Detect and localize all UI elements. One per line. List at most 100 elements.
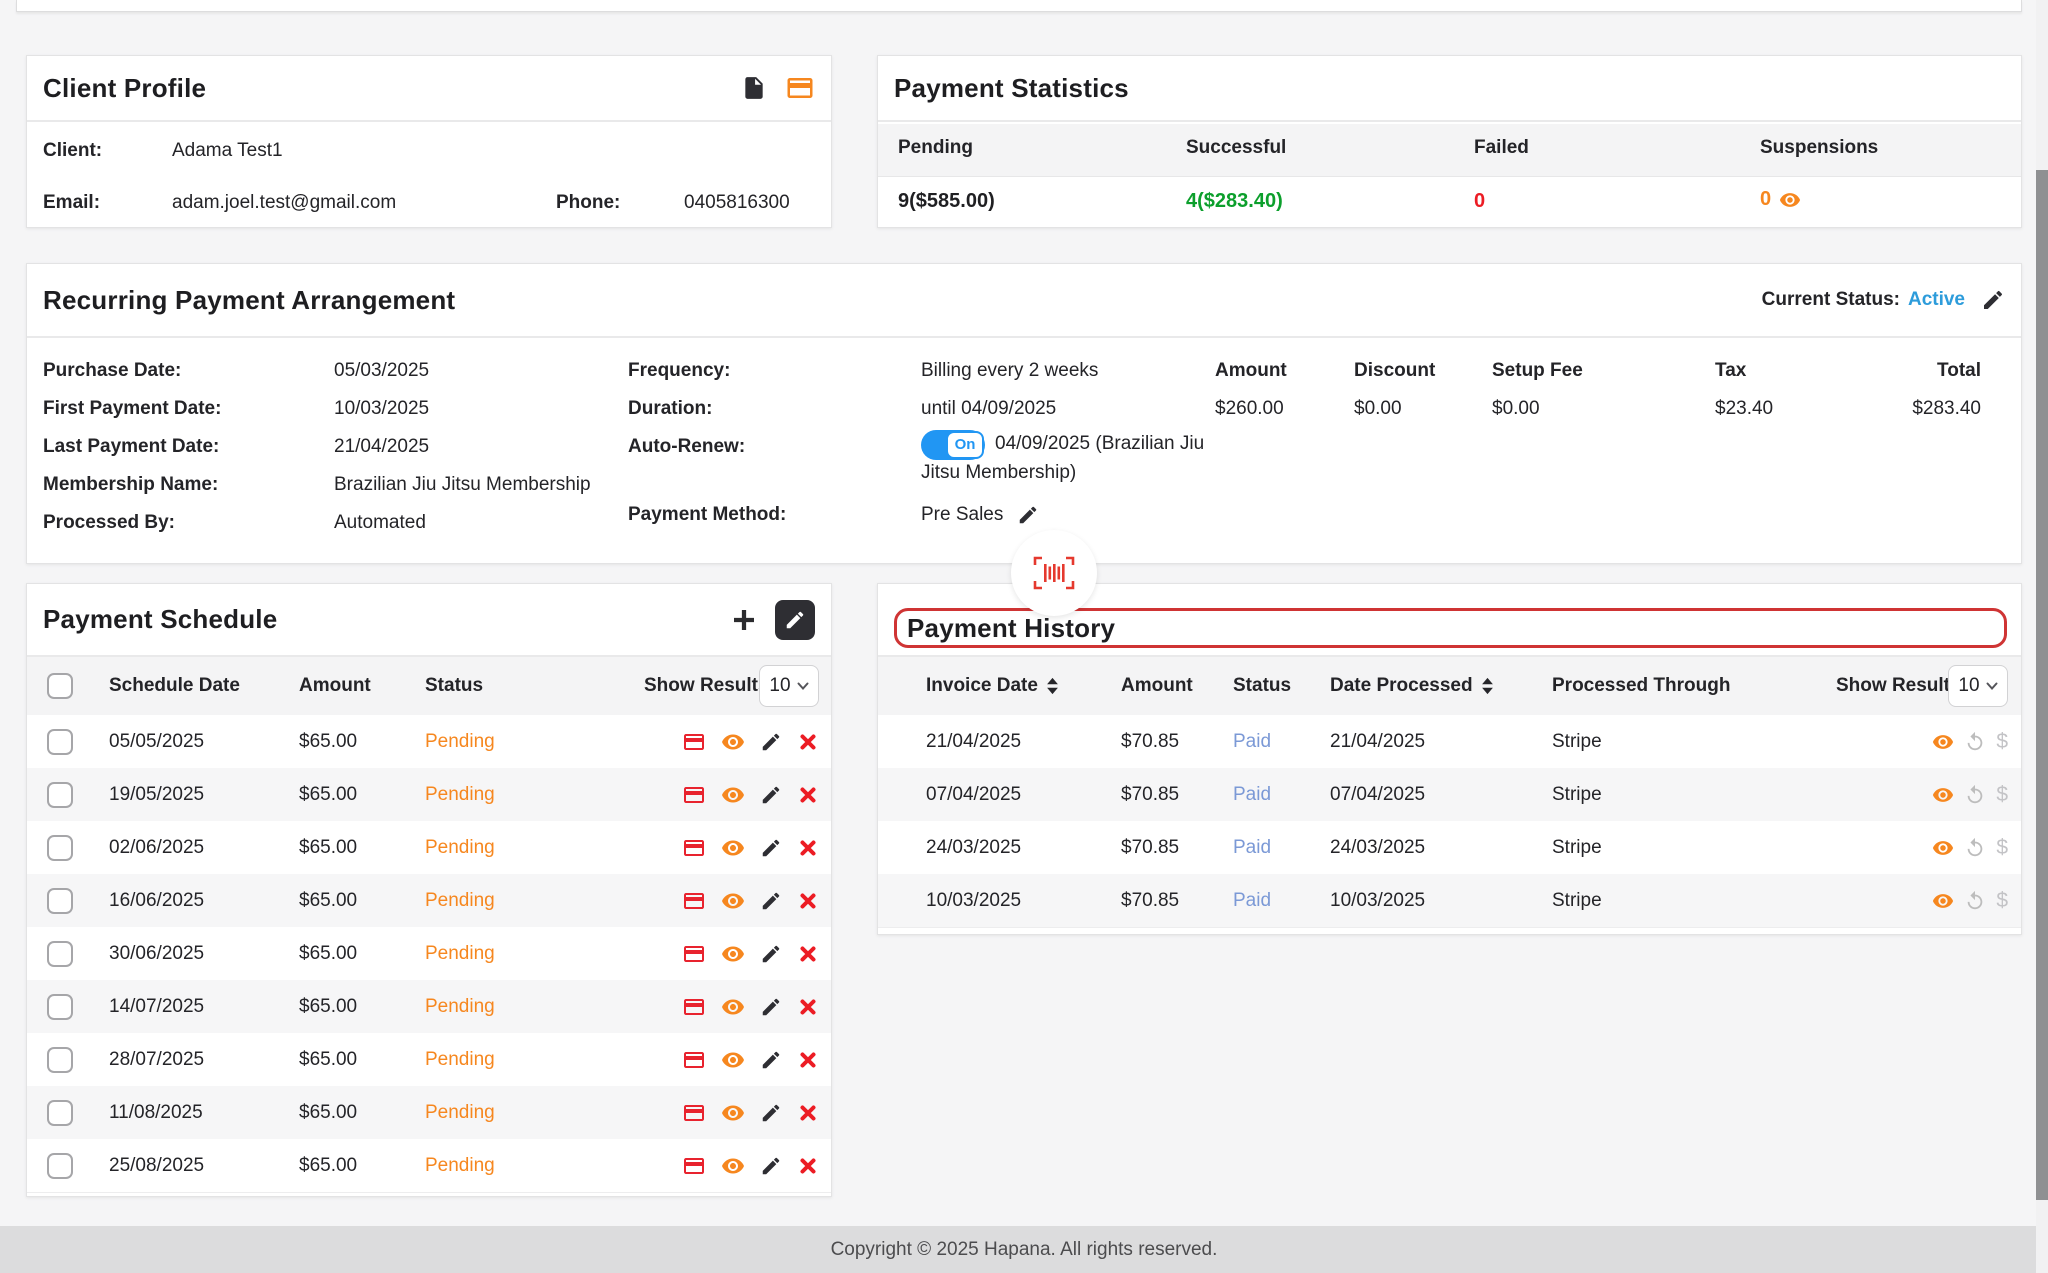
view-icon[interactable] xyxy=(721,1154,745,1178)
view-icon[interactable] xyxy=(721,783,745,807)
charge-icon[interactable]: $ xyxy=(1996,783,2008,807)
schedule-status: Pending xyxy=(425,943,495,965)
refund-icon[interactable] xyxy=(1964,731,1986,753)
charge-card-icon[interactable] xyxy=(682,1101,706,1125)
delete-icon[interactable] xyxy=(797,731,819,753)
row-checkbox[interactable] xyxy=(47,941,73,967)
edit-icon[interactable] xyxy=(760,837,782,859)
view-icon[interactable] xyxy=(721,942,745,966)
suspensions-view-icon[interactable] xyxy=(1779,189,1801,211)
row-checkbox[interactable] xyxy=(47,1100,73,1126)
charge-card-icon[interactable] xyxy=(682,889,706,913)
view-icon[interactable] xyxy=(721,730,745,754)
delete-icon[interactable] xyxy=(797,1155,819,1177)
schedule-amount: $65.00 xyxy=(299,731,357,753)
phone-value: 0405816300 xyxy=(684,192,790,214)
edit-icon[interactable] xyxy=(760,943,782,965)
client-credit-card-icon[interactable] xyxy=(785,73,815,103)
row-checkbox[interactable] xyxy=(47,1153,73,1179)
stat-col-suspensions: Suspensions xyxy=(1760,137,1878,159)
edit-icon[interactable] xyxy=(760,996,782,1018)
delete-icon[interactable] xyxy=(797,890,819,912)
charge-card-icon[interactable] xyxy=(682,1048,706,1072)
auto-renew-label: Auto-Renew: xyxy=(628,436,745,458)
select-all-cell xyxy=(47,657,73,715)
select-all-checkbox[interactable] xyxy=(47,673,73,699)
page-size-select[interactable]: 10 xyxy=(759,665,819,707)
recurring-title: Recurring Payment Arrangement xyxy=(43,285,455,316)
current-status-edit-icon[interactable] xyxy=(1981,288,2005,312)
view-icon[interactable] xyxy=(721,889,745,913)
view-icon[interactable] xyxy=(1932,890,1954,912)
delete-icon[interactable] xyxy=(797,1102,819,1124)
sort-icon[interactable] xyxy=(1046,677,1059,695)
schedule-amount: $65.00 xyxy=(299,1155,357,1177)
email-value: adam.joel.test@gmail.com xyxy=(172,192,396,214)
client-document-icon[interactable] xyxy=(741,75,767,101)
charge-card-icon[interactable] xyxy=(682,730,706,754)
amount-header: Amount xyxy=(1121,657,1193,715)
payment-schedule-card: Payment Schedule Schedule Date Amount St… xyxy=(26,583,832,1197)
row-checkbox[interactable] xyxy=(47,1047,73,1073)
charge-icon[interactable]: $ xyxy=(1996,836,2008,860)
edit-icon[interactable] xyxy=(760,1049,782,1071)
payment-method-edit-icon[interactable] xyxy=(1017,504,1039,526)
view-icon[interactable] xyxy=(1932,837,1954,859)
client-profile-title: Client Profile xyxy=(43,73,206,104)
row-checkbox[interactable] xyxy=(47,782,73,808)
charge-card-icon[interactable] xyxy=(682,836,706,860)
charge-card-icon[interactable] xyxy=(682,942,706,966)
view-icon[interactable] xyxy=(1932,731,1954,753)
delete-icon[interactable] xyxy=(797,837,819,859)
history-amount: $70.85 xyxy=(1121,784,1179,806)
view-icon[interactable] xyxy=(721,1101,745,1125)
barcode-icon xyxy=(1032,556,1076,590)
charge-card-icon[interactable] xyxy=(682,783,706,807)
client-profile-header: Client Profile xyxy=(27,56,831,122)
refund-icon[interactable] xyxy=(1964,837,1986,859)
schedule-status: Pending xyxy=(425,1155,495,1177)
refund-icon[interactable] xyxy=(1964,784,1986,806)
row-checkbox[interactable] xyxy=(47,835,73,861)
payment-schedule-title: Payment Schedule xyxy=(43,604,277,635)
delete-icon[interactable] xyxy=(797,943,819,965)
client-label: Client: xyxy=(43,140,102,162)
bulk-edit-button[interactable] xyxy=(775,600,815,640)
charge-card-icon[interactable] xyxy=(682,995,706,1019)
view-icon[interactable] xyxy=(721,1048,745,1072)
schedule-row: 16/06/2025 $65.00 Pending xyxy=(27,874,831,928)
payment-method-label: Payment Method: xyxy=(628,504,786,526)
schedule-date: 19/05/2025 xyxy=(109,784,204,806)
invoice-date: 10/03/2025 xyxy=(926,890,1021,912)
add-payment-icon[interactable] xyxy=(729,605,759,635)
delete-icon[interactable] xyxy=(797,996,819,1018)
delete-icon[interactable] xyxy=(797,1049,819,1071)
edit-icon[interactable] xyxy=(760,1155,782,1177)
history-table-header: Invoice Date Amount Status Date Processe… xyxy=(878,657,2021,716)
refund-icon[interactable] xyxy=(1964,890,1986,912)
client-value: Adama Test1 xyxy=(172,140,283,162)
edit-icon[interactable] xyxy=(760,1102,782,1124)
row-checkbox[interactable] xyxy=(47,729,73,755)
page-size-select[interactable]: 10 xyxy=(1948,665,2008,707)
edit-icon[interactable] xyxy=(760,731,782,753)
view-icon[interactable] xyxy=(1932,784,1954,806)
processed-through-header: Processed Through xyxy=(1552,657,1730,715)
row-checkbox[interactable] xyxy=(47,888,73,914)
charge-icon[interactable]: $ xyxy=(1996,889,2008,913)
edit-icon[interactable] xyxy=(760,784,782,806)
sort-icon[interactable] xyxy=(1481,677,1494,695)
auto-renew-toggle[interactable]: On xyxy=(921,430,985,460)
delete-icon[interactable] xyxy=(797,784,819,806)
view-icon[interactable] xyxy=(721,995,745,1019)
row-checkbox[interactable] xyxy=(47,994,73,1020)
charge-card-icon[interactable] xyxy=(682,1154,706,1178)
page-footer: Copyright © 2025 Hapana. All rights rese… xyxy=(0,1226,2048,1273)
charge-icon[interactable]: $ xyxy=(1996,730,2008,754)
barcode-badge[interactable] xyxy=(1011,530,1097,616)
tax-header: Tax xyxy=(1715,360,1746,382)
edit-icon[interactable] xyxy=(760,890,782,912)
scrollbar-thumb[interactable] xyxy=(2036,170,2048,1200)
view-icon[interactable] xyxy=(721,836,745,860)
page-size-cell: 10 xyxy=(759,657,819,715)
